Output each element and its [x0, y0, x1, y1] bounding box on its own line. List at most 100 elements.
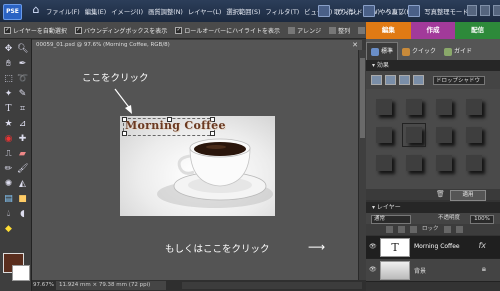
- background-color-swatch[interactable]: [12, 265, 30, 281]
- photo-effects-icon[interactable]: [399, 75, 410, 85]
- effects-category-dropdown[interactable]: ドロップシャドウ: [433, 75, 485, 85]
- rollover-checkbox[interactable]: ✓: [175, 26, 183, 34]
- effect-thumbnail[interactable]: [466, 99, 482, 115]
- effect-thumbnail[interactable]: [436, 155, 452, 171]
- marquee-tool-icon[interactable]: ⬚: [3, 74, 14, 85]
- filters-icon[interactable]: [371, 75, 382, 85]
- effect-thumbnail[interactable]: [466, 127, 482, 143]
- effect-thumbnail[interactable]: [376, 155, 392, 171]
- menu-file[interactable]: ファイル(F): [46, 7, 80, 16]
- sponge-tool-icon[interactable]: ◖: [17, 209, 28, 220]
- tab-create[interactable]: 作成: [410, 22, 456, 39]
- move-tool-icon[interactable]: ✥: [3, 44, 14, 55]
- magic-wand-icon[interactable]: ✦: [3, 89, 14, 100]
- straighten-tool-icon[interactable]: ⊿: [17, 119, 28, 130]
- menu-layer[interactable]: レイヤー(L): [188, 7, 221, 16]
- annotation-or-click-here: もしくはここをクリック: [165, 244, 270, 255]
- menu-enhance[interactable]: 画質調整(N): [148, 7, 183, 16]
- lock-icon[interactable]: [443, 226, 451, 233]
- shape-tool-icon[interactable]: ■: [17, 194, 28, 205]
- fx-badge-icon[interactable]: fx: [478, 241, 486, 250]
- layer-name[interactable]: Morning Coffee: [414, 243, 460, 250]
- red-eye-icon[interactable]: ◉: [3, 134, 14, 145]
- menu-select[interactable]: 選択範囲(S): [226, 7, 260, 16]
- visibility-eye-icon[interactable]: 👁︎: [369, 243, 377, 250]
- document-dimensions[interactable]: 11.924 mm × 79.38 mm (72 ppi): [56, 281, 166, 290]
- effect-thumbnail[interactable]: [466, 155, 482, 171]
- menu-edit[interactable]: 編集(E): [85, 7, 107, 16]
- tab-guide[interactable]: ガイド: [440, 43, 476, 60]
- apply-button[interactable]: 適用: [450, 190, 486, 201]
- menu-filter[interactable]: フィルタ(T): [265, 7, 299, 16]
- new-layer-icon[interactable]: [386, 226, 393, 233]
- layer-name[interactable]: 背景: [414, 266, 426, 275]
- mode-tabs: 編集 作成 配信: [366, 22, 500, 39]
- paint-bucket-icon[interactable]: ◭: [17, 179, 28, 190]
- menu-image[interactable]: イメージ(I): [111, 7, 143, 16]
- menu-bar: PSE ⌂ ファイル(F) 編集(E) イメージ(I) 画質調整(N) レイヤー…: [0, 0, 500, 22]
- minimize-icon[interactable]: [467, 5, 477, 16]
- scrollbar-thumb[interactable]: [360, 58, 365, 138]
- effect-thumbnail[interactable]: [376, 127, 392, 143]
- organizer-icon[interactable]: [408, 5, 421, 17]
- layer-styles-icon[interactable]: [385, 75, 396, 85]
- smart-brush-icon[interactable]: ✺: [3, 179, 14, 190]
- layer-row-morning-coffee[interactable]: 👁︎ T Morning Coffee fx: [366, 236, 500, 259]
- tab-standard[interactable]: 標準: [366, 42, 399, 60]
- undo-button[interactable]: 取り消し: [334, 7, 359, 16]
- lock-transparency-icon[interactable]: [410, 226, 417, 233]
- effect-thumbnail[interactable]: [376, 99, 392, 115]
- trash-icon[interactable]: 🗑︎: [436, 190, 445, 198]
- blend-mode-dropdown[interactable]: 通常: [371, 215, 411, 224]
- effect-thumbnail[interactable]: [436, 99, 452, 115]
- home-icon[interactable]: ⌂: [30, 4, 42, 16]
- selection-brush-icon[interactable]: ✎: [17, 89, 28, 100]
- effects-panel-header[interactable]: ▾ 効果: [366, 60, 500, 71]
- layer-row-background[interactable]: 👁︎ 背景 🔒︎: [366, 259, 500, 282]
- tab-quick[interactable]: クイック: [398, 43, 440, 60]
- delete-layer-icon[interactable]: [455, 226, 463, 233]
- zoom-level[interactable]: 97.67%: [33, 280, 54, 291]
- pencil-icon[interactable]: ✏: [3, 164, 14, 175]
- blur-tool-icon[interactable]: 💧︎: [3, 209, 14, 220]
- redo-button[interactable]: やり直し: [379, 7, 404, 16]
- horizontal-scrollbar[interactable]: [182, 282, 362, 289]
- bounding-box-checkbox[interactable]: ✓: [74, 26, 82, 34]
- crop-tool-icon[interactable]: ⌗: [17, 104, 28, 115]
- morning-coffee-text[interactable]: Morning Coffee: [125, 119, 226, 132]
- clone-stamp-icon[interactable]: ⎍: [3, 149, 14, 160]
- close-document-icon[interactable]: ✕: [350, 40, 360, 50]
- all-effects-icon[interactable]: [413, 75, 424, 85]
- effect-thumbnail[interactable]: [406, 155, 422, 171]
- opacity-field[interactable]: 100%: [470, 215, 494, 224]
- arrange-label: アレンジ: [297, 27, 322, 35]
- undo-icon[interactable]: [318, 5, 330, 17]
- organizer-button[interactable]: 写真整理モード: [424, 7, 468, 16]
- tab-share[interactable]: 配信: [455, 22, 500, 39]
- maximize-icon[interactable]: [480, 5, 490, 16]
- redo-icon[interactable]: [363, 5, 376, 17]
- type-tool-icon[interactable]: T: [3, 104, 14, 115]
- effect-thumbnail-selected[interactable]: [402, 123, 426, 147]
- align-button[interactable]: 整列: [329, 26, 350, 35]
- healing-brush-icon[interactable]: ✚: [17, 134, 28, 145]
- hand-tool-icon[interactable]: ✋︎: [3, 59, 14, 70]
- arrange-button[interactable]: アレンジ: [288, 26, 321, 35]
- gradient-icon[interactable]: ▤: [3, 194, 14, 205]
- effect-thumbnail[interactable]: [436, 127, 452, 143]
- brush-icon[interactable]: 🖌︎: [17, 164, 28, 175]
- layers-panel-header[interactable]: ▾ レイヤー: [366, 202, 500, 213]
- zoom-tool-icon[interactable]: 🔍︎: [17, 44, 28, 55]
- tab-edit[interactable]: 編集: [366, 22, 411, 39]
- eraser-icon[interactable]: ▰: [17, 149, 28, 160]
- effect-thumbnail[interactable]: [406, 99, 422, 115]
- close-icon[interactable]: [493, 5, 500, 16]
- auto-select-checkbox[interactable]: ✓: [4, 26, 11, 34]
- adjustment-layer-icon[interactable]: [398, 226, 405, 233]
- lasso-tool-icon[interactable]: ➰: [17, 74, 28, 85]
- eyedropper-icon[interactable]: ✒: [17, 59, 28, 70]
- cookie-cutter-icon[interactable]: ★: [3, 119, 14, 130]
- visibility-eye-icon[interactable]: 👁︎: [369, 266, 377, 273]
- arrange-icon: [288, 26, 296, 34]
- content-aware-icon[interactable]: ◆: [3, 224, 14, 235]
